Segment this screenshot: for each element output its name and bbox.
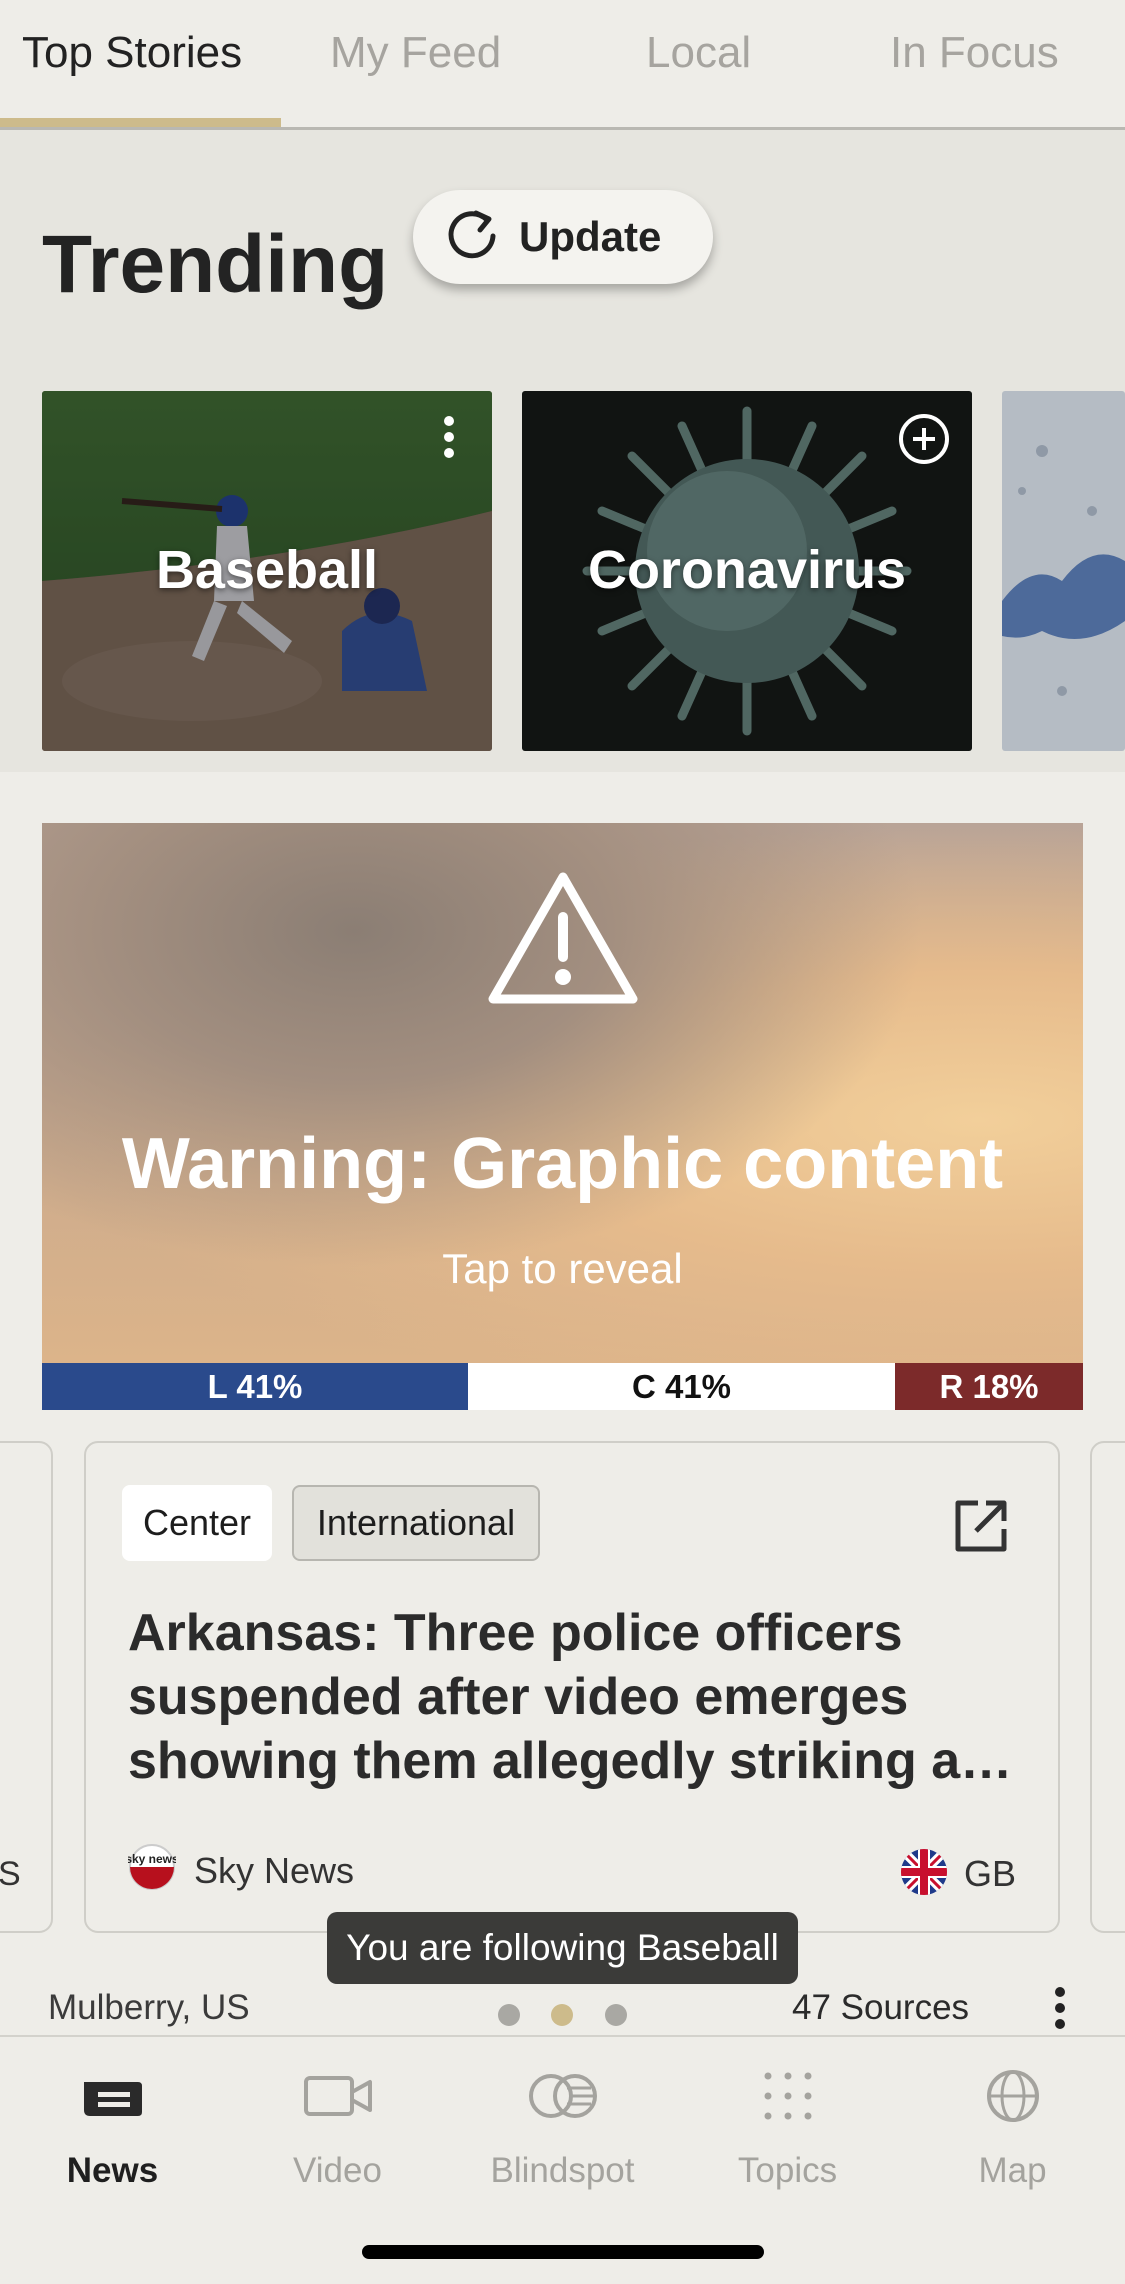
trending-card-coronavirus[interactable]: Coronavirus (522, 391, 972, 751)
update-button[interactable]: Update (413, 190, 713, 284)
sky-logo-text: sky news (128, 1852, 176, 1866)
nav-label: Topics (737, 2151, 838, 2190)
tab-local[interactable]: Local (646, 28, 751, 78)
previous-story-card[interactable]: S (0, 1441, 53, 1933)
more-vertical-icon[interactable] (442, 415, 456, 464)
trending-card-label: Coronavirus (587, 540, 907, 600)
tab-my-feed[interactable]: My Feed (330, 28, 501, 78)
country-label: GB (963, 1853, 1016, 1894)
top-tab-bar: Top Stories My Feed Local In Focus (0, 0, 1125, 130)
previous-card-fragment: S (0, 1855, 21, 1893)
trending-title: Trending (42, 219, 389, 310)
water-image (1002, 391, 1125, 751)
nav-label: Blindspot (490, 2151, 635, 2190)
bias-tag-center: Center (122, 1485, 272, 1561)
nav-news[interactable]: News (0, 2061, 225, 2191)
update-label: Update (519, 213, 662, 260)
trending-card-partial[interactable] (1002, 391, 1125, 751)
nav-blindspot[interactable]: Blindspot (450, 2061, 675, 2191)
nav-label: Map (978, 2151, 1047, 2190)
nav-label: Video (293, 2151, 382, 2190)
nav-label: News (66, 2151, 159, 2190)
news-icon (0, 2061, 225, 2131)
add-circle-icon[interactable] (898, 413, 950, 470)
nav-topics[interactable]: Topics (675, 2061, 900, 2191)
warning-title: Warning: Graphic content (121, 1124, 1004, 1204)
page-dot[interactable] (605, 2004, 627, 2026)
globe-icon (900, 2061, 1125, 2131)
trending-section: Trending Update Baseball Coronavirus (0, 130, 1125, 772)
trending-card-baseball[interactable]: Baseball (42, 391, 492, 751)
trending-card-label: Baseball (155, 540, 379, 600)
sources-count[interactable]: 47 Sources (792, 1988, 969, 2028)
bias-left: L 41% (42, 1363, 468, 1410)
topics-icon (675, 2061, 900, 2131)
story-footer-row: Mulberry, US 47 Sources (0, 1980, 1125, 2032)
nav-video[interactable]: Video (225, 2061, 450, 2191)
tab-top-stories[interactable]: Top Stories (22, 28, 242, 78)
page-dot[interactable] (498, 2004, 520, 2026)
sky-news-logo: sky news (125, 1843, 179, 1896)
bias-distribution-bar: L 41% C 41% R 18% (42, 1363, 1083, 1410)
warning-icon (485, 869, 641, 1014)
tab-in-focus[interactable]: In Focus (890, 28, 1059, 78)
source-name: Sky News (194, 1850, 355, 1891)
story-headline[interactable]: Arkansas: Three police officers suspende… (128, 1601, 1028, 1793)
more-options-icon[interactable] (1053, 1986, 1067, 2035)
graphic-content-warning[interactable]: Warning: Graphic content Tap to reveal (42, 823, 1083, 1363)
home-indicator[interactable] (362, 2245, 764, 2259)
bias-right: R 18% (895, 1363, 1083, 1410)
uk-flag-icon (900, 1848, 948, 1901)
refresh-icon (443, 206, 501, 269)
toast-message: You are following Baseball (327, 1912, 798, 1984)
next-story-card[interactable] (1090, 1441, 1125, 1933)
active-tab-indicator (0, 118, 281, 127)
nav-map[interactable]: Map (900, 2061, 1125, 2191)
tap-to-reveal[interactable]: Tap to reveal (42, 1245, 1083, 1293)
tag-international: International (292, 1485, 540, 1561)
story-card[interactable]: Center International Arkansas: Three pol… (84, 1441, 1060, 1933)
location-label: Mulberry, US (48, 1988, 250, 2027)
video-icon (225, 2061, 450, 2131)
blindspot-icon (450, 2061, 675, 2131)
page-dot[interactable] (551, 2004, 573, 2026)
bias-center: C 41% (468, 1363, 895, 1410)
external-link-icon[interactable] (952, 1497, 1010, 1560)
